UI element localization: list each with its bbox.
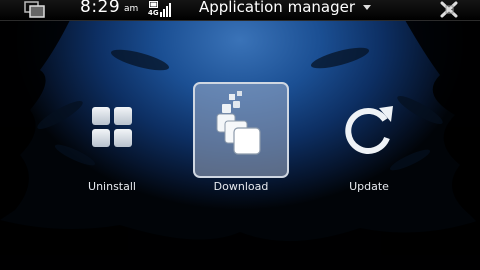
- refresh-icon: [345, 106, 393, 154]
- grid-icon: [92, 107, 132, 147]
- app-title[interactable]: Application manager: [199, 0, 355, 16]
- clock-time[interactable]: 8:29: [80, 0, 120, 17]
- stacked-squares-icon: [216, 91, 261, 155]
- download-label: Download: [213, 180, 269, 193]
- signal-icon: [160, 3, 171, 17]
- network-type: 4G: [148, 9, 159, 17]
- chevron-down-icon[interactable]: [363, 5, 371, 10]
- uninstall-button[interactable]: [64, 82, 160, 178]
- status-bar: 8:29 am 4G Application manager: [0, 0, 480, 21]
- close-icon[interactable]: [440, 0, 459, 19]
- battery-icon: [149, 1, 158, 8]
- task-switcher-icon[interactable]: [22, 1, 48, 19]
- download-button[interactable]: [193, 82, 289, 178]
- uninstall-label: Uninstall: [88, 180, 136, 193]
- update-button[interactable]: [321, 82, 417, 178]
- clock-ampm: am: [124, 4, 139, 14]
- update-label: Update: [349, 180, 389, 193]
